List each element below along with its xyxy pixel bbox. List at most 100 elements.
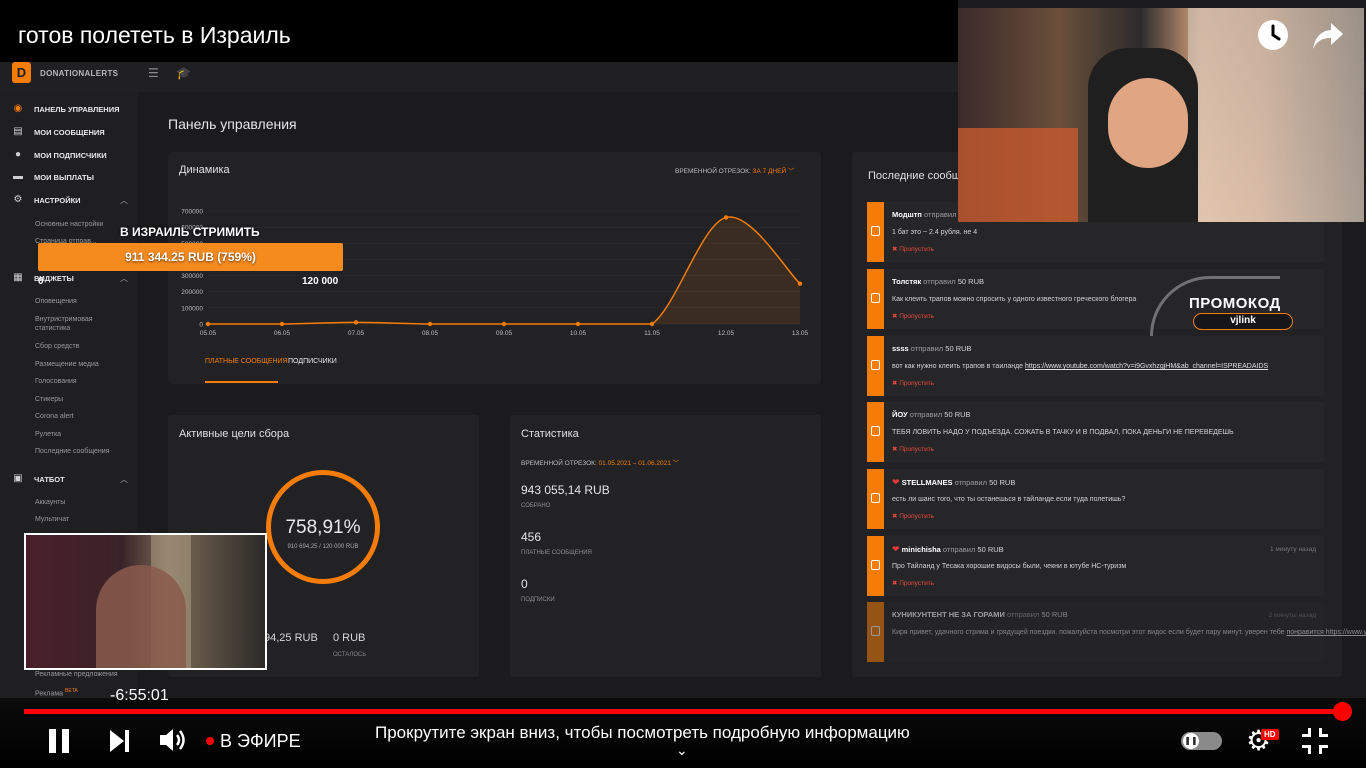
donationalerts-logo-icon: D <box>12 62 31 83</box>
chart-point <box>797 281 803 286</box>
skip-button[interactable]: ✖ Пропустить <box>892 245 934 253</box>
x-tick-label: 06.05 <box>274 330 291 337</box>
message-accent <box>867 202 884 262</box>
volume-icon[interactable] <box>158 726 188 759</box>
video-title[interactable]: готов полететь в Израиль <box>18 22 291 49</box>
sidebar-item-chatbot[interactable]: ▣ Чатбот <box>12 472 65 486</box>
sidebar-item-label: Чатбот <box>34 474 65 484</box>
message-header: Толстяк отправил 50 RUB <box>892 277 984 286</box>
sidebar-sub-item[interactable]: Рекламные предложения <box>35 670 118 679</box>
progress-scrubber[interactable] <box>1333 702 1352 721</box>
sidebar-sub-label: Реклама <box>35 690 64 698</box>
message-text: есть ли шанс того, что ты останешься в т… <box>892 496 1125 503</box>
sidebar-item-settings[interactable]: ⚙ Настройки <box>12 193 81 207</box>
time-remaining: -6:55:01 <box>110 687 169 704</box>
hd-badge: HD <box>1261 729 1279 740</box>
menu-icon[interactable]: ☰ <box>148 66 159 80</box>
share-icon[interactable] <box>1312 22 1344 57</box>
sidebar-sub-item[interactable]: Аккаунты <box>35 498 65 507</box>
sent-word: отправил <box>924 210 957 219</box>
donation-amount: 50 RUB <box>944 410 971 419</box>
message-body: Как клеить трапов можно спросить у одног… <box>892 296 1137 303</box>
tab-subscribers[interactable]: ПОДПИСЧИКИ <box>288 358 337 365</box>
sidebar-sub-item[interactable]: Последние сообщения <box>35 447 109 456</box>
sidebar-sub-item[interactable]: Оповещения <box>35 297 77 306</box>
scroll-hint[interactable]: Прокрутите экран вниз, чтобы посмотреть … <box>375 723 910 743</box>
message-link[interactable]: https://www.youtube.com/watch?v=i9Gvxhzg… <box>1025 363 1268 370</box>
donor-name: STELLMANES <box>901 478 953 487</box>
sidebar-sub-item[interactable]: Размещение медиа <box>35 360 99 369</box>
next-button[interactable] <box>110 730 130 752</box>
sent-word: отправил <box>923 277 956 286</box>
sidebar-sub-item[interactable]: Внутристримовая статистика <box>35 315 115 333</box>
chat-icon: ▣ <box>13 473 23 484</box>
gauge-icon: ◉ <box>13 103 23 114</box>
dynamics-title: Динамика <box>179 164 230 176</box>
sidebar-item-payouts[interactable]: ▬ Мои выплаты <box>12 170 94 184</box>
sidebar-sub-item[interactable]: Мультичат <box>35 515 69 524</box>
donation-amount: 50 RUB <box>1041 610 1068 619</box>
webcam-secondary <box>24 533 267 670</box>
y-tick-label: 700000 <box>181 209 203 216</box>
skip-button[interactable]: ✖ Пропустить <box>892 512 934 520</box>
goal-overlay-amount: 911 344.25 RUB (759%) <box>125 250 256 264</box>
sidebar-sub-item[interactable]: Corona alert <box>35 412 74 421</box>
progress-bar[interactable] <box>24 709 1342 714</box>
sidebar-item-label: Мои выплаты <box>34 172 94 182</box>
donation-amount: 50 RUB <box>945 344 972 353</box>
wallet-icon: ▬ <box>13 171 23 182</box>
sidebar-item-messages[interactable]: ▤ Мои сообщения <box>12 125 104 139</box>
autoplay-toggle[interactable]: ❚❚ <box>1181 732 1222 750</box>
sidebar-item-dashboard[interactable]: ◉ Панель управления <box>12 102 120 116</box>
donor-name: ssss <box>892 344 909 353</box>
watch-later-icon[interactable] <box>1257 19 1289 58</box>
sidebar-sub-item[interactable]: Рулетка <box>35 430 61 439</box>
chevron-up-icon[interactable]: ︿ <box>120 195 128 206</box>
dynamics-period[interactable]: ВРЕМЕННОЙ ОТРЕЗОК: ЗА 7 ДНЕЙ ﹀ <box>675 165 794 175</box>
stat-value: 0 <box>521 577 528 591</box>
sidebar-sub-item-ads[interactable]: Реклама BETA <box>35 687 78 698</box>
sidebar-sub-item[interactable]: Основные настройки <box>35 220 103 229</box>
stats-title: Статистика <box>521 428 579 440</box>
message-link[interactable]: понравится https://www.youtube.com/watch… <box>1286 629 1366 636</box>
donationalerts-logo-icon <box>871 426 880 436</box>
sidebar-sub-item[interactable]: Сбор средств <box>35 342 79 351</box>
message-header: ❤ STELLMANES отправил 50 RUB <box>892 477 1015 488</box>
y-tick-label: 300000 <box>181 273 203 280</box>
sent-word: отправил <box>942 545 976 554</box>
chevron-up-icon[interactable]: ︿ <box>120 273 128 284</box>
goal-overlay-title: В ИЗРАИЛЬ СТРИМИТЬ <box>120 225 260 239</box>
x-tick-label: 07.05 <box>348 330 365 337</box>
sidebar-sub-item[interactable]: Стикеры <box>35 395 63 404</box>
skip-button[interactable]: ✖ Пропустить <box>892 379 934 387</box>
tab-paid-messages[interactable]: ПЛАТНЫЕ СООБЩЕНИЯ <box>205 358 288 365</box>
skip-button[interactable]: ✖ Пропустить <box>892 312 934 320</box>
message-header: ЙОУ отправил 50 RUB <box>892 410 971 419</box>
exit-fullscreen-icon[interactable] <box>1302 728 1328 754</box>
user-icon: ● <box>14 149 22 160</box>
stats-period[interactable]: ВРЕМЕННОЙ ОТРЕЗОК: 01.05.2021 – 01.06.20… <box>521 457 679 467</box>
sidebar-item-label: Панель управления <box>34 104 120 114</box>
message-text: ТЕБЯ ЛОВИТЬ НАДО У ПОДЪЕЗДА. СОЖАТЬ В ТА… <box>892 429 1234 436</box>
skip-button[interactable]: ✖ Пропустить <box>892 579 934 587</box>
promo-code: vjlink <box>1193 313 1293 330</box>
sidebar-sub-item[interactable]: Голосования <box>35 377 77 386</box>
message-accent <box>867 269 884 329</box>
skip-button[interactable]: ✖ Пропустить <box>892 445 934 453</box>
chevron-down-icon[interactable]: ⌄ <box>676 742 688 759</box>
graduation-cap-icon[interactable]: 🎓 <box>176 66 191 80</box>
chevron-up-icon[interactable]: ︿ <box>120 474 128 485</box>
chart-point <box>501 321 507 327</box>
stat-label: подписки <box>521 597 555 603</box>
donationalerts-logo-icon <box>871 293 880 303</box>
last-messages-title: Последние сообщ... <box>868 170 971 182</box>
message-text: Про Тайланд у Тесака хорошие видосы были… <box>892 563 1126 570</box>
sidebar-item-subscribers[interactable]: ● Мои подписчики <box>12 148 107 162</box>
pause-button[interactable] <box>49 729 71 753</box>
message-accent <box>867 336 884 396</box>
promo-title: ПРОМОКОД <box>1189 295 1281 312</box>
webcam-main <box>958 8 1364 222</box>
donor-name: КУНИКУНТЕНТ НЕ ЗА ГОРАМИ <box>892 610 1005 619</box>
video-frame[interactable]: D DONATIONALERTS ☰ 🎓 ◉ Панель управления… <box>0 0 1366 768</box>
live-label[interactable]: В ЭФИРЕ <box>220 731 301 752</box>
